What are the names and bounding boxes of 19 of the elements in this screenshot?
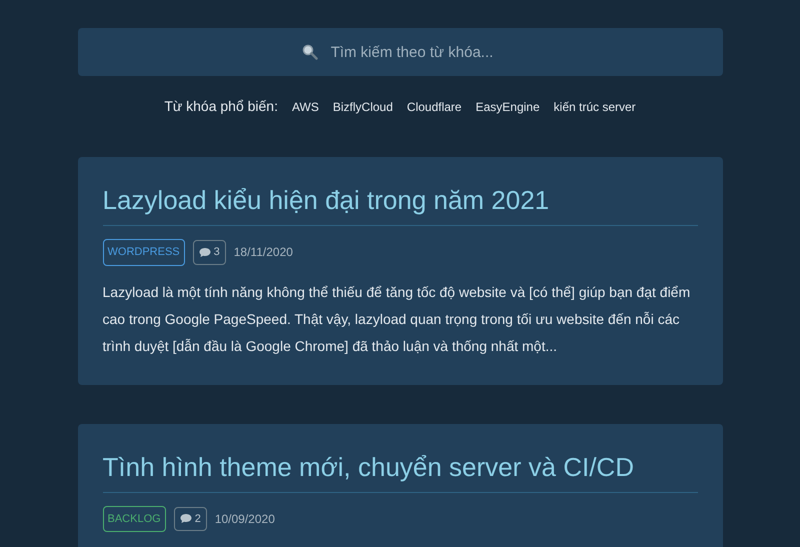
category-tag[interactable]: WORDPRESS xyxy=(102,239,185,266)
keyword-link[interactable]: kiến trúc server xyxy=(554,98,636,116)
comment-count[interactable]: 3 xyxy=(192,240,226,264)
comment-count[interactable]: 2 xyxy=(174,506,207,531)
post-date: 18/11/2020 xyxy=(234,244,293,262)
search-icon xyxy=(302,44,318,60)
post-date: 10/09/2020 xyxy=(214,510,275,528)
keyword-link[interactable]: AWS xyxy=(292,98,319,116)
post-excerpt: Lazyload là một tính năng không thể thiếu để tăng tốc độ website và [có thể] giúp bạn đạt điểm cao trong Google PageSpeed. Thật vậy, lazyload quan trọng trong tối ưu website đến nỗi các trình duyệt [dẫn đầu là Google Chrome] đã thảo luận và thống nhất một... xyxy=(102,282,692,356)
keyword-link[interactable]: BizflyCloud xyxy=(332,98,393,116)
search-field[interactable]: Tìm kiếm theo từ khóa... xyxy=(78,28,722,76)
speech-bubble-icon xyxy=(180,513,192,524)
post-title[interactable]: Tình hình theme mới, chuyển server và CI/CD xyxy=(102,448,698,492)
keyword-link[interactable]: Cloudflare xyxy=(406,98,462,116)
keyword-link[interactable]: EasyEngine xyxy=(476,98,540,116)
popular-keywords-label: Từ khóa phổ biến: xyxy=(164,97,278,116)
post-title[interactable]: Lazyload kiểu hiện đại trong năm 2021 xyxy=(102,182,698,226)
speech-bubble-icon xyxy=(198,246,211,258)
category-tag[interactable]: BACKLOG xyxy=(102,506,166,532)
